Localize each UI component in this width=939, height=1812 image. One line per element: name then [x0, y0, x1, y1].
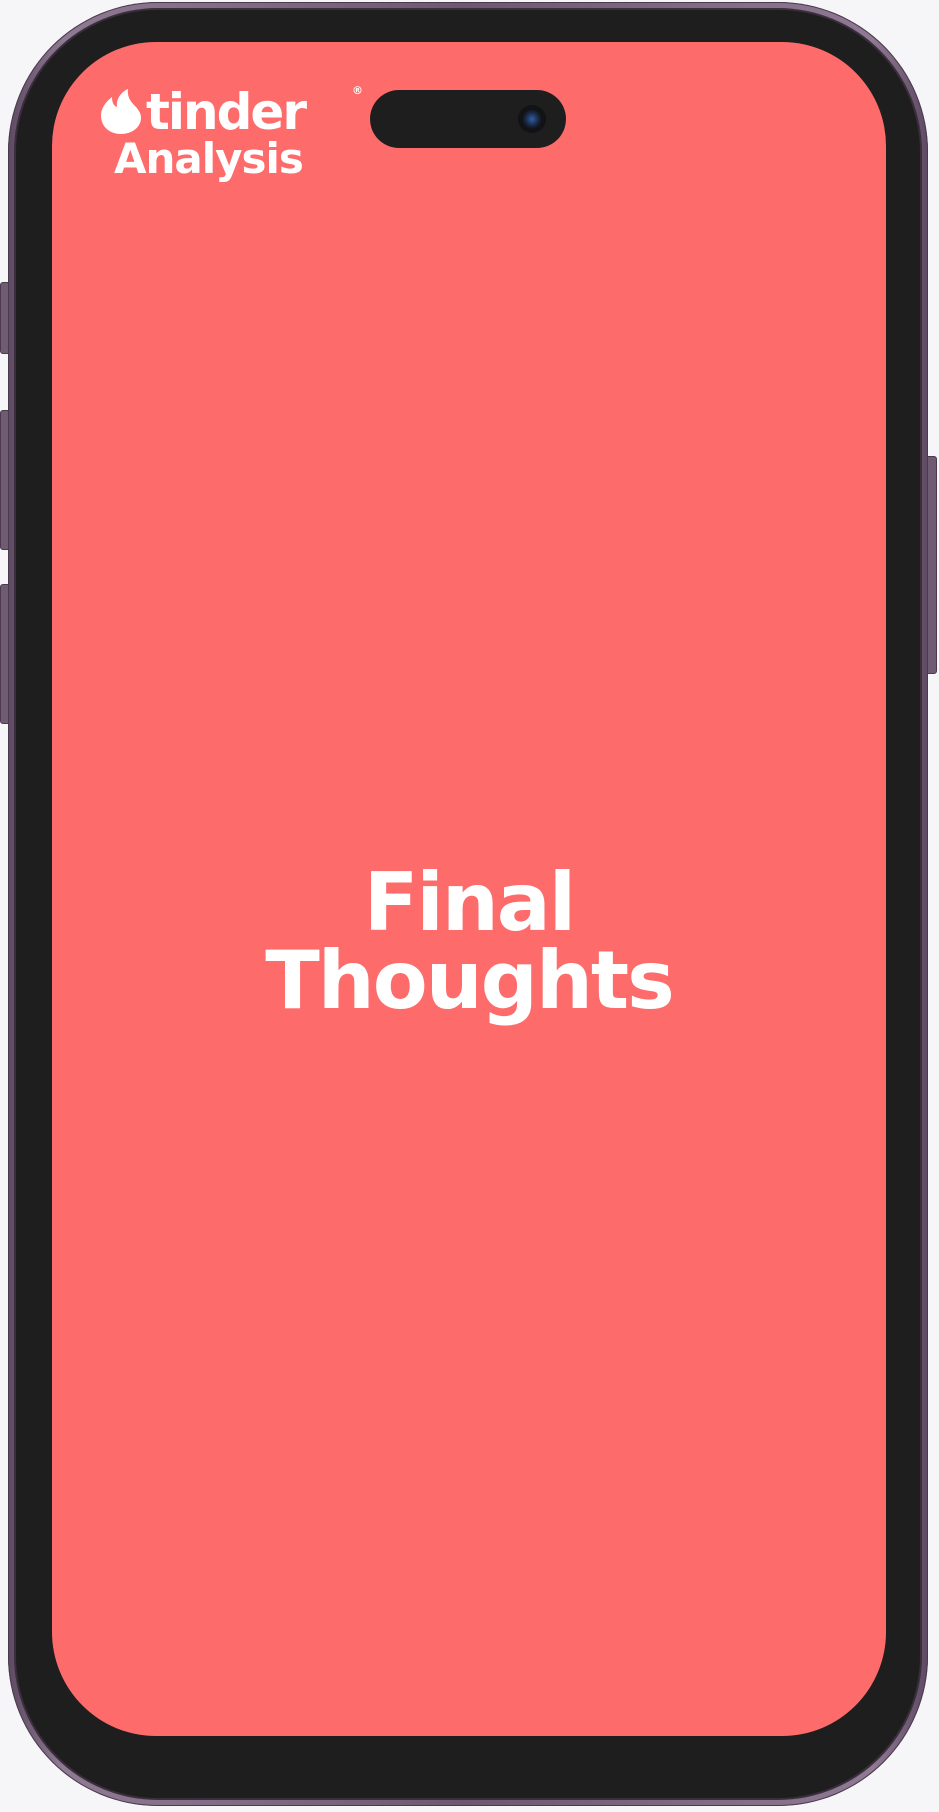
- power-button: [927, 456, 937, 674]
- phone-mockup: tinder ® Analysis Final Thoughts: [0, 0, 939, 1812]
- slide-title-line-1: Final: [363, 856, 576, 949]
- phone-screen: tinder ® Analysis Final Thoughts: [52, 42, 886, 1736]
- slide-title: Final Thoughts: [52, 856, 886, 1027]
- flame-icon: [101, 89, 141, 134]
- brand-subtitle: Analysis: [114, 134, 304, 183]
- registered-mark: ®: [352, 84, 363, 97]
- dynamic-island: [370, 90, 566, 148]
- app-logo: tinder ® Analysis: [100, 83, 363, 194]
- brand-wordmark: tinder: [146, 83, 307, 141]
- camera-icon: [520, 107, 544, 131]
- slide-title-line-2: Thoughts: [265, 934, 675, 1027]
